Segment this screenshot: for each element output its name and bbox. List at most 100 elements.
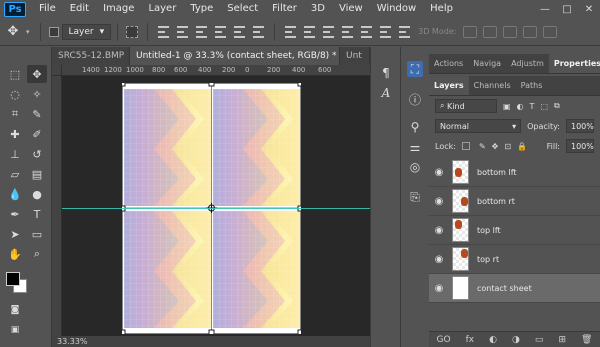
tab-untitled-1[interactable]: Untitled-1 @ 33.3% (contact sheet, RGB/8… — [130, 47, 340, 65]
clone-source-icon[interactable]: ⎘ — [407, 189, 423, 205]
info-icon[interactable]: ⓘ — [407, 91, 423, 107]
distribute-left-icon[interactable] — [342, 25, 354, 38]
filter-adjustment-icon[interactable]: ◐ — [517, 102, 524, 111]
tab-layers[interactable]: Layers — [429, 76, 469, 95]
menu-image[interactable]: Image — [96, 0, 141, 18]
menu-type[interactable]: Type — [183, 0, 220, 18]
tab-adjustments[interactable]: Adjustm — [506, 54, 549, 73]
adjustment-sliders-icon[interactable]: ⚌ — [407, 139, 423, 155]
layer-row[interactable]: ◉ bottom rt — [429, 187, 600, 216]
chevron-down-icon[interactable]: ▾ — [26, 28, 30, 36]
tab-untitled-other[interactable]: Unt — [340, 47, 370, 65]
lock-all-icon[interactable]: 🔒 — [517, 142, 527, 151]
zoom-level[interactable]: 33.33% — [57, 337, 88, 346]
filter-smart-object-icon[interactable]: ⧉ — [554, 101, 560, 111]
pen-tool-icon[interactable]: ✒ — [5, 205, 25, 223]
lock-artboard-icon[interactable]: ⊡ — [504, 142, 511, 151]
filter-shape-icon[interactable]: ⬚ — [540, 102, 548, 111]
trash-icon[interactable]: 🗑 — [581, 335, 592, 345]
blur-tool-icon[interactable]: 💧 — [5, 185, 25, 203]
healing-brush-icon[interactable]: ✚ — [5, 125, 25, 143]
eye-icon[interactable]: ◉ — [429, 283, 449, 294]
layer-comps-icon[interactable]: ◎ — [407, 159, 423, 175]
fill-input[interactable]: 100% — [566, 139, 594, 153]
tab-channels[interactable]: Channels — [469, 76, 516, 95]
crop-tool-icon[interactable]: ⌗ — [5, 105, 25, 123]
lock-transparency-icon[interactable] — [461, 142, 470, 150]
blend-mode-dropdown[interactable]: Normal ▾ — [435, 119, 522, 133]
magic-wand-icon[interactable]: ✧ — [27, 85, 47, 103]
new-layer-icon[interactable]: ⊞ — [558, 335, 566, 345]
tab-src55[interactable]: SRC55-12.BMP × — [52, 47, 130, 65]
minimize-button[interactable]: — — [534, 4, 556, 15]
align-left-icon[interactable] — [215, 25, 227, 38]
add-mask-icon[interactable]: ◐ — [489, 335, 497, 345]
ruler-origin[interactable] — [52, 65, 62, 76]
layer-row[interactable]: ◉ bottom lft — [429, 158, 600, 187]
distribute-bottom-icon[interactable] — [323, 25, 335, 38]
lasso-tool-icon[interactable]: ◌ — [5, 85, 25, 103]
eyedropper-tool-icon[interactable]: ✎ — [27, 105, 47, 123]
distribute-hcenter-icon[interactable] — [361, 25, 373, 38]
align-hcenter-icon[interactable] — [234, 25, 246, 38]
layer-row[interactable]: ◉ top lft — [429, 216, 600, 245]
show-transform-controls-checkbox[interactable] — [126, 25, 139, 38]
menu-file[interactable]: File — [32, 0, 63, 18]
lock-position-icon[interactable]: ✥ — [492, 142, 499, 151]
lock-pixels-icon[interactable]: ✎ — [479, 142, 486, 151]
layer-row-selected[interactable]: ◉ contact sheet — [429, 274, 600, 303]
menu-view[interactable]: View — [332, 0, 370, 18]
eye-icon[interactable]: ◉ — [429, 225, 449, 236]
brush-tool-icon[interactable]: ✐ — [27, 125, 47, 143]
distribute-top-icon[interactable] — [285, 25, 297, 38]
path-selection-icon[interactable]: ➤ — [5, 225, 25, 243]
type-tool-icon[interactable]: T — [27, 205, 47, 223]
clone-stamp-icon[interactable]: ⊥ — [5, 145, 25, 163]
quick-mask-icon[interactable]: ◙ — [5, 301, 25, 319]
marquee-tool-icon[interactable]: ⬚ — [5, 65, 25, 83]
rectangle-tool-icon[interactable]: ▭ — [27, 225, 47, 243]
distribute-vcenter-icon[interactable] — [304, 25, 316, 38]
menu-help[interactable]: Help — [423, 0, 460, 18]
layer-style-icon[interactable]: fx — [466, 335, 475, 345]
layer-row[interactable]: ◉ top rt — [429, 245, 600, 274]
zoom-tool-icon[interactable]: ⌕ — [27, 245, 47, 263]
menu-select[interactable]: Select — [220, 0, 265, 18]
align-bottom-icon[interactable] — [196, 25, 208, 38]
menu-3d[interactable]: 3D — [304, 0, 332, 18]
layer-filter-dropdown[interactable]: ⌕ Kind — [435, 99, 497, 113]
auto-select-checkbox[interactable] — [48, 26, 59, 37]
auto-select-dropdown[interactable]: Layer ▾ — [61, 23, 112, 40]
history-brush-icon[interactable]: ↺ — [27, 145, 47, 163]
align-top-icon[interactable] — [158, 25, 170, 38]
brushes-icon[interactable]: ⚲ — [407, 119, 423, 135]
eraser-tool-icon[interactable]: ▱ — [5, 165, 25, 183]
paragraph-icon[interactable]: ¶ — [378, 65, 394, 81]
tab-navigator[interactable]: Naviga — [468, 54, 506, 73]
tab-properties[interactable]: Properties — [548, 54, 600, 73]
character-icon[interactable]: A — [378, 85, 394, 101]
close-button[interactable]: ✕ — [578, 4, 600, 15]
move-tool-preset-icon[interactable]: ✥ — [0, 22, 26, 42]
eye-icon[interactable]: ◉ — [429, 167, 449, 178]
filter-pixel-icon[interactable]: ▣ — [503, 102, 511, 111]
group-icon[interactable]: ▭ — [535, 335, 544, 345]
auto-align-icon[interactable] — [399, 25, 411, 38]
horizontal-guide[interactable] — [62, 208, 370, 209]
properties-figure-icon[interactable]: ⛶ — [407, 61, 423, 77]
maximize-button[interactable]: □ — [556, 4, 578, 15]
tab-paths[interactable]: Paths — [516, 76, 548, 95]
menu-edit[interactable]: Edit — [63, 0, 96, 18]
canvas-area[interactable] — [62, 76, 370, 336]
opacity-input[interactable]: 100% — [566, 119, 594, 133]
menu-window[interactable]: Window — [370, 0, 423, 18]
align-right-icon[interactable] — [253, 25, 265, 38]
move-tool-icon[interactable]: ✥ — [27, 65, 47, 83]
eye-icon[interactable]: ◉ — [429, 254, 449, 265]
align-vcenter-icon[interactable] — [177, 25, 189, 38]
menu-filter[interactable]: Filter — [265, 0, 304, 18]
dodge-tool-icon[interactable]: ● — [27, 185, 47, 203]
distribute-right-icon[interactable] — [380, 25, 392, 38]
filter-type-icon[interactable]: T — [530, 102, 535, 111]
tab-actions[interactable]: Actions — [429, 54, 468, 73]
